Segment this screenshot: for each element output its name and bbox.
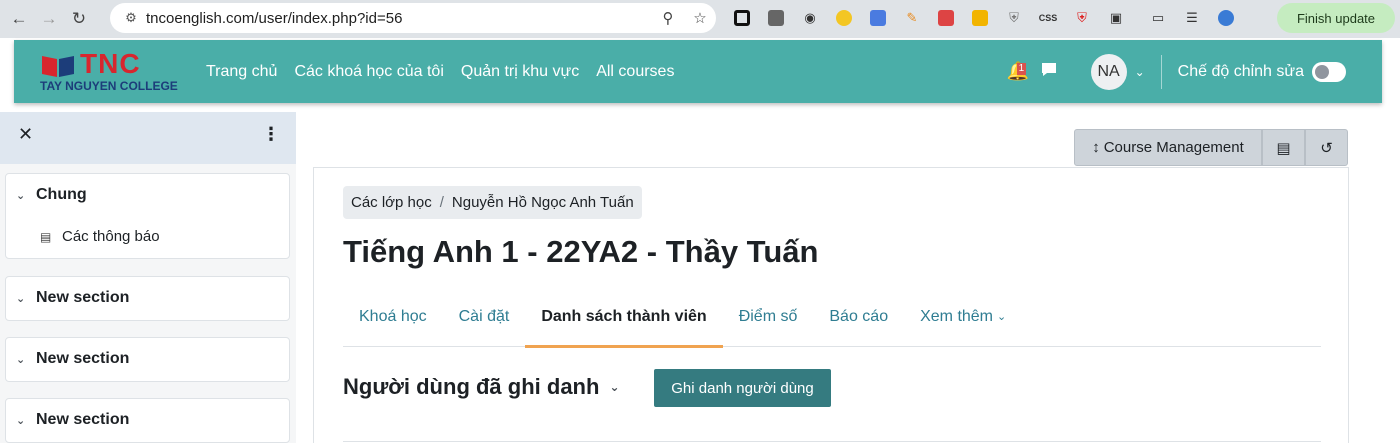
history-button[interactable]: ↺ (1305, 129, 1348, 166)
chevron-down-icon: ⌄ (609, 380, 620, 394)
section-activity[interactable]: ▤ Các thông báo (40, 228, 160, 245)
tab-more[interactable]: Xem thêm ⌄ (904, 286, 1022, 347)
forum-icon: ▤ (40, 229, 52, 244)
tab-settings[interactable]: Cài đặt (443, 286, 526, 347)
forward-arrow-icon[interactable]: → (34, 4, 64, 34)
course-section: ⌄ New section (5, 337, 290, 382)
pencil-icon[interactable]: ✎ (898, 4, 926, 32)
puzzle-icon[interactable]: ▣ (1102, 4, 1130, 32)
list-view-button[interactable]: ▤ (1262, 129, 1305, 166)
nav-home[interactable]: Trang chủ (206, 63, 277, 81)
navbar-divider (1160, 54, 1162, 89)
camera-icon[interactable]: ◉ (796, 4, 824, 32)
tab-grades[interactable]: Điểm số (723, 286, 814, 347)
media-playlist-icon[interactable]: ☰ (1178, 4, 1206, 32)
breadcrumb-item[interactable]: Các lớp học (351, 194, 432, 211)
enrolled-users-select[interactable]: Người dùng đã ghi danh ⌄ (343, 374, 620, 400)
screenshot-icon[interactable] (932, 4, 960, 32)
user-menu-area: 🔔1 NA ⌄ Chế độ chỉnh sửa (1005, 40, 1382, 103)
breadcrumb-item[interactable]: Nguyễn Hồ Ngọc Anh Tuấn (452, 194, 634, 211)
browser-toolbar: ← → ↻ ⚙ tncoenglish.com/user/index.php?i… (0, 0, 1400, 38)
chevron-down-icon[interactable]: ⌄ (16, 292, 36, 305)
tab-course[interactable]: Khoá học (343, 286, 443, 347)
reload-icon[interactable]: ↻ (64, 4, 94, 34)
url-text[interactable]: tncoenglish.com/user/index.php?id=56 (146, 10, 652, 27)
site-navbar: TNC TAY NGUYEN COLLEGE Trang chủ Các kho… (14, 40, 1382, 103)
site-settings-icon[interactable]: ⚙ (116, 10, 146, 26)
globe-icon[interactable] (1212, 4, 1240, 32)
nav-my-courses[interactable]: Các khoá học của tôi (294, 63, 443, 81)
edit-mode-label: Chế độ chỉnh sửa (1177, 62, 1304, 80)
chevron-down-icon[interactable]: ⌄ (1135, 65, 1145, 79)
divider (343, 441, 1321, 442)
notification-bell-icon[interactable]: 🔔1 (1007, 61, 1031, 82)
edit-mode-toggle[interactable] (1312, 61, 1346, 82)
course-section: ⌄ New section (5, 398, 290, 443)
kebab-menu-icon[interactable]: ⋮ (262, 124, 280, 145)
toggle-knob (1315, 64, 1329, 79)
tab-participants[interactable]: Danh sách thành viên (525, 286, 724, 348)
section-title[interactable]: ⌄ New section (16, 411, 129, 429)
main-region: Các lớp học / Nguyễn Hồ Ngọc Anh Tuấn Ti… (313, 167, 1349, 443)
shield-icon[interactable]: ⛨ (1000, 4, 1028, 32)
user-avatar[interactable]: NA (1090, 53, 1127, 90)
css-icon[interactable]: CSS (1034, 4, 1062, 32)
book-logo-icon (42, 56, 74, 77)
logo-subtitle: TAY NGUYEN COLLEGE (40, 79, 178, 93)
clipboard-icon[interactable] (966, 4, 994, 32)
resize-vertical-icon: ↕ (1092, 139, 1100, 156)
drawer-header: ✕ ⋮ (0, 112, 296, 164)
messages-icon[interactable] (1041, 62, 1061, 82)
history-icon: ↺ (1320, 139, 1333, 157)
section-title[interactable]: ⌄ New section (16, 289, 129, 307)
section-title[interactable]: ⌄ Chung (16, 186, 87, 204)
image-icon[interactable] (762, 4, 790, 32)
nav-all-courses[interactable]: All courses (596, 63, 674, 81)
course-section: ⌄ New section (5, 276, 290, 321)
breadcrumb: Các lớp học / Nguyễn Hồ Ngọc Anh Tuấn (343, 186, 642, 219)
page-title: Tiếng Anh 1 - 22YA2 - Thầy Tuấn (343, 234, 819, 269)
red-shield-icon[interactable]: ⛨ (1068, 4, 1096, 32)
course-section: ⌄ Chung ▤ Các thông báo (5, 173, 290, 259)
course-index-drawer: ✕ ⋮ ⌄ Chung ▤ Các thông báo ⌄ New section ⌄… (0, 112, 296, 443)
chevron-down-icon[interactable]: ⌄ (16, 353, 36, 366)
chevron-down-icon: ⌄ (997, 311, 1007, 323)
notification-count-badge: 1 (1016, 63, 1027, 75)
list-icon: ▤ (1276, 139, 1291, 157)
emoji-extension-icon[interactable] (830, 4, 858, 32)
secondary-navigation: Khoá học Cài đặt Danh sách thành viên Đi… (343, 286, 1321, 348)
bookmark-star-icon[interactable]: ☆ (684, 9, 716, 27)
breadcrumb-separator: / (439, 194, 444, 211)
extensions-row: ◉ ✎ ⛨ CSS ⛨ ▣ ▭ ☰ (728, 4, 1240, 32)
nav-site-admin[interactable]: Quản trị khu vực (461, 63, 579, 81)
primary-navigation: Trang chủ Các khoá học của tôi Quản trị … (206, 40, 674, 103)
back-arrow-icon[interactable]: ← (4, 4, 34, 34)
address-bar[interactable]: ⚙ tncoenglish.com/user/index.php?id=56 ⚲… (110, 3, 716, 33)
logo-text: TNC (80, 48, 141, 79)
enrol-users-button[interactable]: Ghi danh người dùng (654, 369, 831, 407)
site-logo[interactable]: TNC TAY NGUYEN COLLEGE (40, 48, 180, 94)
cast-icon[interactable]: ▭ (1144, 4, 1172, 32)
tab-reports[interactable]: Báo cáo (813, 286, 904, 347)
zoom-icon[interactable]: ⚲ (652, 9, 684, 27)
course-management-button[interactable]: ↕ Course Management (1074, 129, 1262, 166)
document-icon[interactable] (864, 4, 892, 32)
finish-update-button[interactable]: Finish update (1277, 3, 1395, 33)
course-management-group: ↕ Course Management ▤ ↺ (1074, 129, 1348, 166)
qr-code-icon[interactable] (728, 4, 756, 32)
chevron-down-icon[interactable]: ⌄ (16, 189, 36, 202)
close-icon[interactable]: ✕ (18, 124, 33, 145)
chevron-down-icon[interactable]: ⌄ (16, 414, 36, 427)
section-title[interactable]: ⌄ New section (16, 350, 129, 368)
